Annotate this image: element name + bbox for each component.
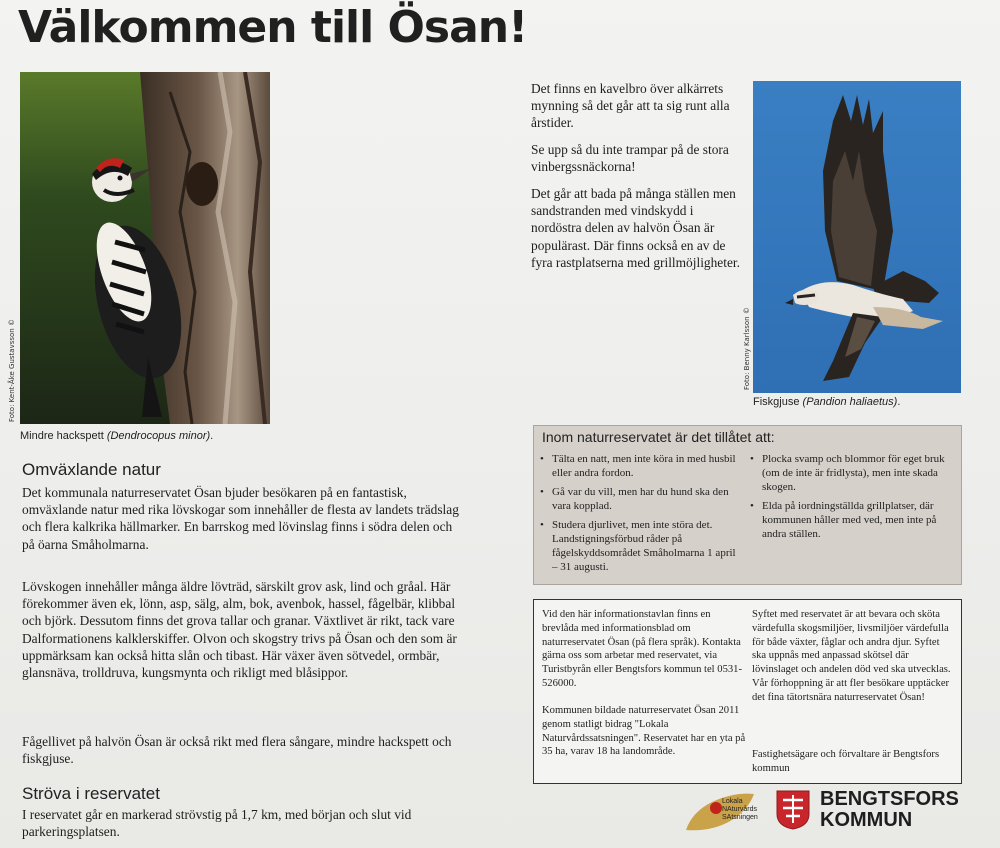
woodpecker-photo-credit: Foto: Kent-Åke Gustavsson © <box>8 319 16 422</box>
section-heading-nature: Omväxlande natur <box>22 460 161 479</box>
rule-item: Gå var du vill, men har du hund ska den … <box>540 485 740 513</box>
info-purpose-paragraph: Syftet med reservatet är att bevara och … <box>752 609 951 703</box>
page-title: Välkommen till Ösan! <box>18 2 528 53</box>
lns-line-1: Lokala <box>722 798 743 805</box>
osprey-caption: Fiskgjuse (Pandion haliaetus). <box>753 396 901 408</box>
osprey-latin-name: (Pandion haliaetus) <box>802 396 898 408</box>
reserve-info-box: Vid den här informationstavlan finns en … <box>533 599 962 784</box>
allowed-activities-right: Plocka svamp och blommor för eget bruk (… <box>750 452 955 546</box>
kavelbro-paragraph: Det finns en kavelbro över alkärrets myn… <box>531 81 730 131</box>
info-founding-paragraph: Kommunen bildade naturreservatet Ösan 20… <box>542 705 746 758</box>
allowed-activities-left: Tälta en natt, men inte köra in med husb… <box>540 452 740 579</box>
lns-line-3: SAtsningen <box>722 814 758 821</box>
nature-paragraph-2: Lövskogen innehåller många äldre lövträd… <box>22 579 457 681</box>
rule-item: Studera djurlivet, men inte störa det. L… <box>540 518 740 574</box>
woodpecker-latin-name: (Dendrocopus minor) <box>106 430 211 442</box>
lns-line-2: NAturvårds <box>722 806 758 813</box>
allowed-activities-title: Inom naturreservatet är det tillåtet att… <box>542 429 775 445</box>
woodpecker-caption: Mindre hackspett (Dendrocopus minor). <box>20 430 214 442</box>
section-heading-walk: Ströva i reservatet <box>22 784 160 803</box>
rule-item: Elda på iordningställda grillplatser, dä… <box>750 499 955 541</box>
bengtsfors-coat-of-arms-icon <box>776 790 810 830</box>
walk-paragraph: I reservatet går en markerad strövstig p… <box>22 807 412 840</box>
information-board: Välkommen till Ösan! Foto: Kent-Åke Gust… <box>0 0 1000 848</box>
allowed-activities-box: Inom naturreservatet är det tillåtet att… <box>533 425 962 585</box>
rule-item: Plocka svamp och blommor för eget bruk (… <box>750 452 955 494</box>
woodpecker-photo <box>20 72 270 424</box>
rule-item: Tälta en natt, men inte köra in med husb… <box>540 452 740 480</box>
bengtsfors-kommun-wordmark: BENGTSFORS KOMMUN <box>820 788 959 831</box>
nature-paragraph-3: Fågellivet på halvön Ösan är också rikt … <box>22 734 452 767</box>
nature-paragraph-1: Det kommunala naturreservatet Ösan bjude… <box>22 485 459 552</box>
osprey-photo-credit: Foto: Benny Karlsson © <box>743 307 751 390</box>
bathing-paragraph: Det går att bada på många ställen men sa… <box>531 186 740 270</box>
osprey-photo <box>753 81 961 393</box>
snail-paragraph: Se upp så du inte trampar på de stora vi… <box>531 142 729 175</box>
info-mailbox-paragraph: Vid den här informationstavlan finns en … <box>542 609 742 689</box>
info-owner-paragraph: Fastighetsägare och förvaltare är Bengts… <box>752 749 940 774</box>
